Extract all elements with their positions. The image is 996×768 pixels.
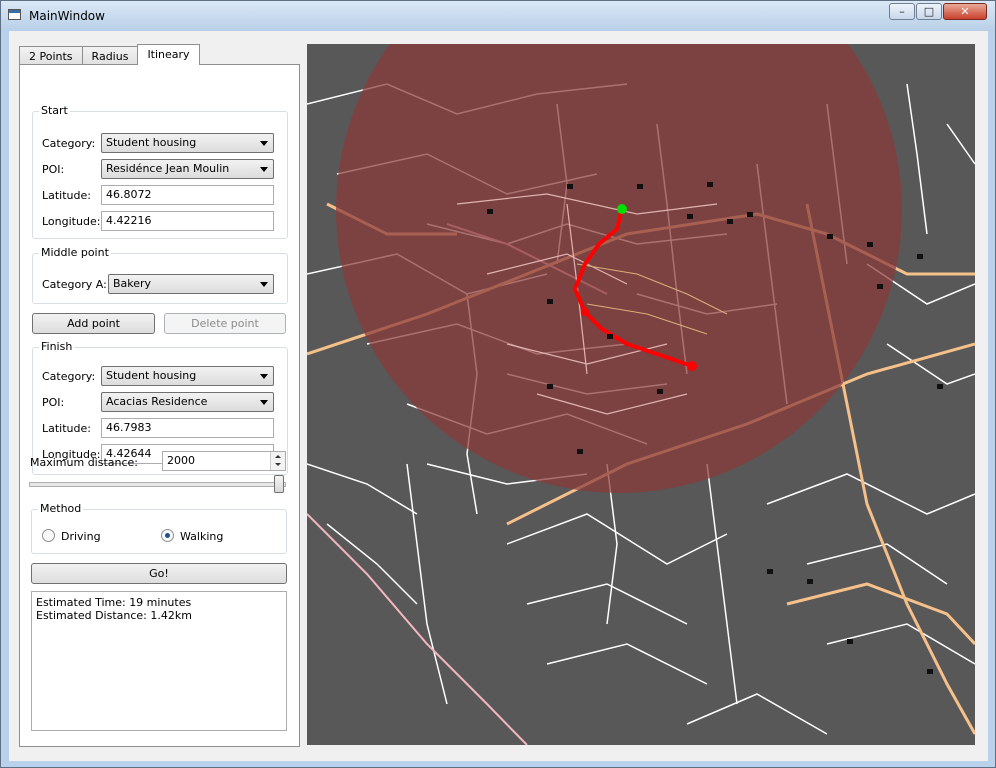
estimated-distance: Estimated Distance: 1.42km	[36, 609, 192, 622]
app-icon	[8, 9, 21, 20]
poi-icon	[867, 242, 873, 247]
start-longitude-label: Longitude:	[42, 215, 101, 228]
chevron-down-icon	[260, 374, 268, 379]
finish-poi-select[interactable]: Acacias Residence	[101, 392, 274, 412]
client-area: 2 Points Radius Itineary Start Category:…	[9, 31, 988, 761]
start-marker[interactable]	[617, 204, 627, 214]
start-category-select[interactable]: Student housing	[101, 133, 274, 153]
finish-poi-label: POI:	[42, 396, 65, 409]
start-latitude-label: Latitude:	[42, 189, 91, 202]
middle-point-title: Middle point	[39, 246, 111, 259]
max-distance-spinbox[interactable]: 2000	[162, 451, 286, 471]
middle-category-value: Bakery	[113, 277, 152, 290]
start-category-value: Student housing	[106, 136, 197, 149]
finish-latitude-label: Latitude:	[42, 422, 91, 435]
walking-radio[interactable]	[161, 529, 174, 542]
poi-icon	[547, 299, 553, 304]
minimize-icon: –	[899, 5, 905, 18]
poi-icon	[687, 214, 693, 219]
result-output: Estimated Time: 19 minutes Estimated Dis…	[31, 591, 287, 731]
poi-icon	[767, 569, 773, 574]
start-group-title: Start	[39, 104, 70, 117]
poi-icon	[827, 234, 833, 239]
go-button[interactable]: Go!	[31, 563, 287, 584]
poi-icon	[607, 334, 613, 339]
walking-label: Walking	[180, 530, 224, 543]
minimize-button[interactable]: –	[889, 3, 915, 20]
tab-itineary[interactable]: Itineary	[137, 44, 200, 65]
spin-down-icon[interactable]	[270, 461, 285, 470]
finish-category-value: Student housing	[106, 369, 197, 382]
start-poi-label: POI:	[42, 163, 65, 176]
chevron-down-icon	[260, 282, 268, 287]
poi-icon	[487, 209, 493, 214]
delete-point-button[interactable]: Delete point	[164, 313, 286, 334]
poi-icon	[747, 212, 753, 217]
map-canvas[interactable]	[307, 44, 975, 745]
method-title: Method	[38, 502, 84, 515]
max-distance-value: 2000	[167, 454, 195, 467]
spin-up-icon[interactable]	[270, 452, 285, 461]
start-longitude-field[interactable]: 4.42216	[101, 211, 274, 231]
poi-icon	[877, 284, 883, 289]
middle-category-label: Category A:	[42, 278, 107, 291]
close-icon: ✕	[960, 5, 970, 18]
finish-group-title: Finish	[39, 340, 75, 353]
poi-icon	[937, 384, 943, 389]
chevron-down-icon	[260, 167, 268, 172]
max-distance-slider[interactable]	[29, 482, 286, 487]
start-latitude-field[interactable]: 46.8072	[101, 185, 274, 205]
start-category-label: Category:	[42, 137, 96, 150]
finish-category-label: Category:	[42, 370, 96, 383]
poi-icon	[807, 579, 813, 584]
close-button[interactable]: ✕	[943, 3, 987, 20]
waypoint-marker[interactable]	[581, 308, 589, 316]
maximize-button[interactable]: □	[916, 3, 942, 20]
start-poi-select[interactable]: Residénce Jean Moulin	[101, 159, 274, 179]
tab-bar: 2 Points Radius Itineary	[19, 44, 200, 65]
add-point-button[interactable]: Add point	[32, 313, 155, 334]
poi-icon	[657, 389, 663, 394]
middle-category-select[interactable]: Bakery	[108, 274, 274, 294]
driving-radio[interactable]	[42, 529, 55, 542]
poi-icon	[917, 254, 923, 259]
maximize-icon: □	[923, 5, 935, 18]
chevron-down-icon	[260, 141, 268, 146]
finish-marker[interactable]	[687, 361, 697, 371]
map-view[interactable]	[307, 44, 975, 745]
title-bar: MainWindow – □ ✕	[1, 1, 995, 31]
poi-icon	[927, 669, 933, 674]
slider-handle[interactable]	[274, 475, 284, 493]
estimated-time: Estimated Time: 19 minutes	[36, 596, 192, 609]
poi-icon	[547, 384, 553, 389]
finish-latitude-field[interactable]: 46.7983	[101, 418, 274, 438]
finish-poi-value: Acacias Residence	[106, 395, 208, 408]
tab-2-points[interactable]: 2 Points	[19, 46, 83, 65]
poi-icon	[707, 182, 713, 187]
poi-icon	[567, 184, 573, 189]
tab-radius[interactable]: Radius	[81, 46, 139, 65]
chevron-down-icon	[260, 400, 268, 405]
poi-icon	[847, 639, 853, 644]
driving-label: Driving	[61, 530, 101, 543]
start-poi-value: Residénce Jean Moulin	[106, 162, 230, 175]
max-distance-label: Maximum distance:	[30, 456, 139, 469]
window-controls: – □ ✕	[888, 3, 987, 20]
finish-category-select[interactable]: Student housing	[101, 366, 274, 386]
poi-icon	[727, 219, 733, 224]
window-title: MainWindow	[29, 9, 105, 23]
poi-icon	[637, 184, 643, 189]
main-window: MainWindow – □ ✕ 2 Points Radius Itinear…	[0, 0, 996, 768]
poi-icon	[577, 449, 583, 454]
